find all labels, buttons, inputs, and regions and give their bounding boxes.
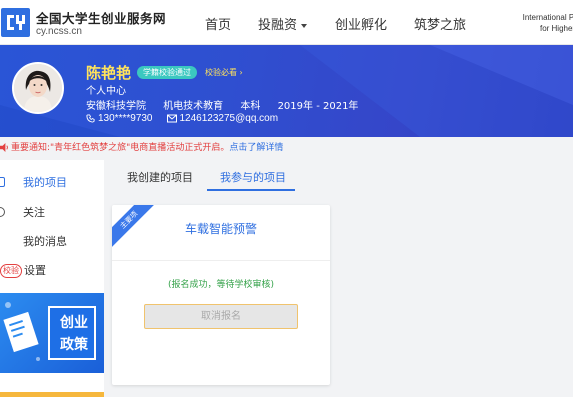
study-years: 2019年 - 2021年 — [277, 101, 359, 112]
user-center-label: 个人中心 — [86, 86, 126, 97]
sidebar: 我的项目 关注 我的消息 校验 设置 创业 政策 — [0, 160, 104, 397]
avatar[interactable] — [12, 62, 64, 114]
intl-link[interactable]: International Participa for Higher Educa — [480, 12, 573, 34]
sidebar-item-label: 关注 — [23, 206, 45, 219]
promo-strip — [0, 392, 104, 397]
user-name: 陈艳艳 — [86, 64, 132, 82]
site-url: cy.ncss.cn — [36, 26, 82, 37]
must-check-label: 校验必看 — [205, 68, 237, 77]
chevron-down-icon — [301, 23, 308, 28]
main-content: 我创建的项目 我参与的项目 主要项 车载智能预警 (报名成功，等待学校审核) 取… — [104, 160, 573, 397]
notice-detail-link[interactable]: 点击了解详情 — [229, 143, 283, 153]
cancel-registration-button[interactable]: 取消报名 — [144, 304, 298, 329]
nav-home[interactable]: 首页 — [205, 14, 231, 33]
sidebar-item-label: 我的项目 — [23, 176, 67, 189]
chevron-right-icon: › — [239, 68, 243, 77]
sidebar-item-label: 我的消息 — [23, 235, 67, 248]
speaker-icon — [0, 143, 8, 152]
notice-bar: 重要通知:"青年红色筑梦之旅"电商直播活动正式开启。点击了解详情 — [0, 137, 573, 159]
tab-created-projects[interactable]: 我创建的项目 — [127, 169, 193, 185]
intl-line-2: for Higher Educa — [539, 24, 573, 33]
promo-line-2: 政策 — [60, 337, 88, 353]
profile-banner: 陈艳艳 学籍校验通过 校验必看 › 个人中心 安徽科技学院 机电技术教育 本科 … — [0, 45, 573, 137]
promo-line-1: 创业 — [60, 315, 88, 331]
nav-dream-journey[interactable]: 筑梦之旅 — [414, 14, 466, 33]
email-address: 1246123275@qq.com — [179, 113, 279, 124]
nav-investment-label: 投融资 — [258, 18, 298, 33]
notice-text: 重要通知:"青年红色筑梦之旅"电商直播活动正式开启。 — [11, 143, 230, 153]
nav-incubation[interactable]: 创业孵化 — [335, 14, 387, 33]
registration-status: (报名成功，等待学校审核) — [167, 280, 275, 290]
degree: 本科 — [240, 101, 261, 112]
phone-icon — [86, 114, 95, 123]
verify-tag: 校验 — [0, 264, 22, 278]
sidebar-item-my-projects[interactable]: 我的项目 — [0, 169, 104, 197]
education-info: 安徽科技学院 机电技术教育 本科 2019年 - 2021年 — [86, 97, 372, 112]
sidebar-item-label: 设置 — [24, 264, 46, 277]
top-nav: 全国大学生创业服务网 cy.ncss.cn 首页 投融资 创业孵化 筑梦之旅 I… — [0, 0, 573, 45]
document-stack-icon — [3, 302, 40, 361]
school-name: 安徽科技学院 — [86, 101, 146, 112]
phone-number: 130****9730 — [98, 113, 153, 124]
project-title[interactable]: 车载智能预警 — [112, 220, 330, 237]
sidebar-item-messages[interactable]: 我的消息 — [0, 228, 104, 256]
project-card[interactable]: 主要项 车载智能预警 (报名成功，等待学校审核) 取消报名 — [112, 205, 330, 385]
policy-badge: 创业 政策 — [48, 306, 96, 360]
contact-info: 130****9730 1246123275@qq.com — [86, 113, 278, 124]
intl-line-1: International Participa — [522, 13, 573, 22]
tab-joined-projects[interactable]: 我参与的项目 — [220, 169, 286, 185]
must-check-link[interactable]: 校验必看 › — [205, 66, 243, 79]
project-tabs: 我创建的项目 我参与的项目 — [104, 160, 573, 192]
site-name[interactable]: 全国大学生创业服务网 — [36, 8, 166, 27]
nav-investment[interactable]: 投融资 — [258, 14, 308, 33]
heart-icon — [0, 207, 5, 217]
policy-promo-banner[interactable]: 创业 政策 — [0, 293, 104, 373]
active-tab-indicator — [207, 189, 295, 191]
email-icon — [166, 114, 177, 123]
verify-badge: 学籍校验通过 — [137, 66, 197, 79]
major-name: 机电技术教育 — [163, 101, 224, 112]
sidebar-item-settings[interactable]: 校验 设置 — [0, 257, 104, 285]
sidebar-item-follow[interactable]: 关注 — [0, 199, 104, 227]
card-divider — [112, 260, 330, 261]
folder-icon — [0, 177, 5, 187]
cy-logo-icon[interactable] — [1, 8, 30, 37]
